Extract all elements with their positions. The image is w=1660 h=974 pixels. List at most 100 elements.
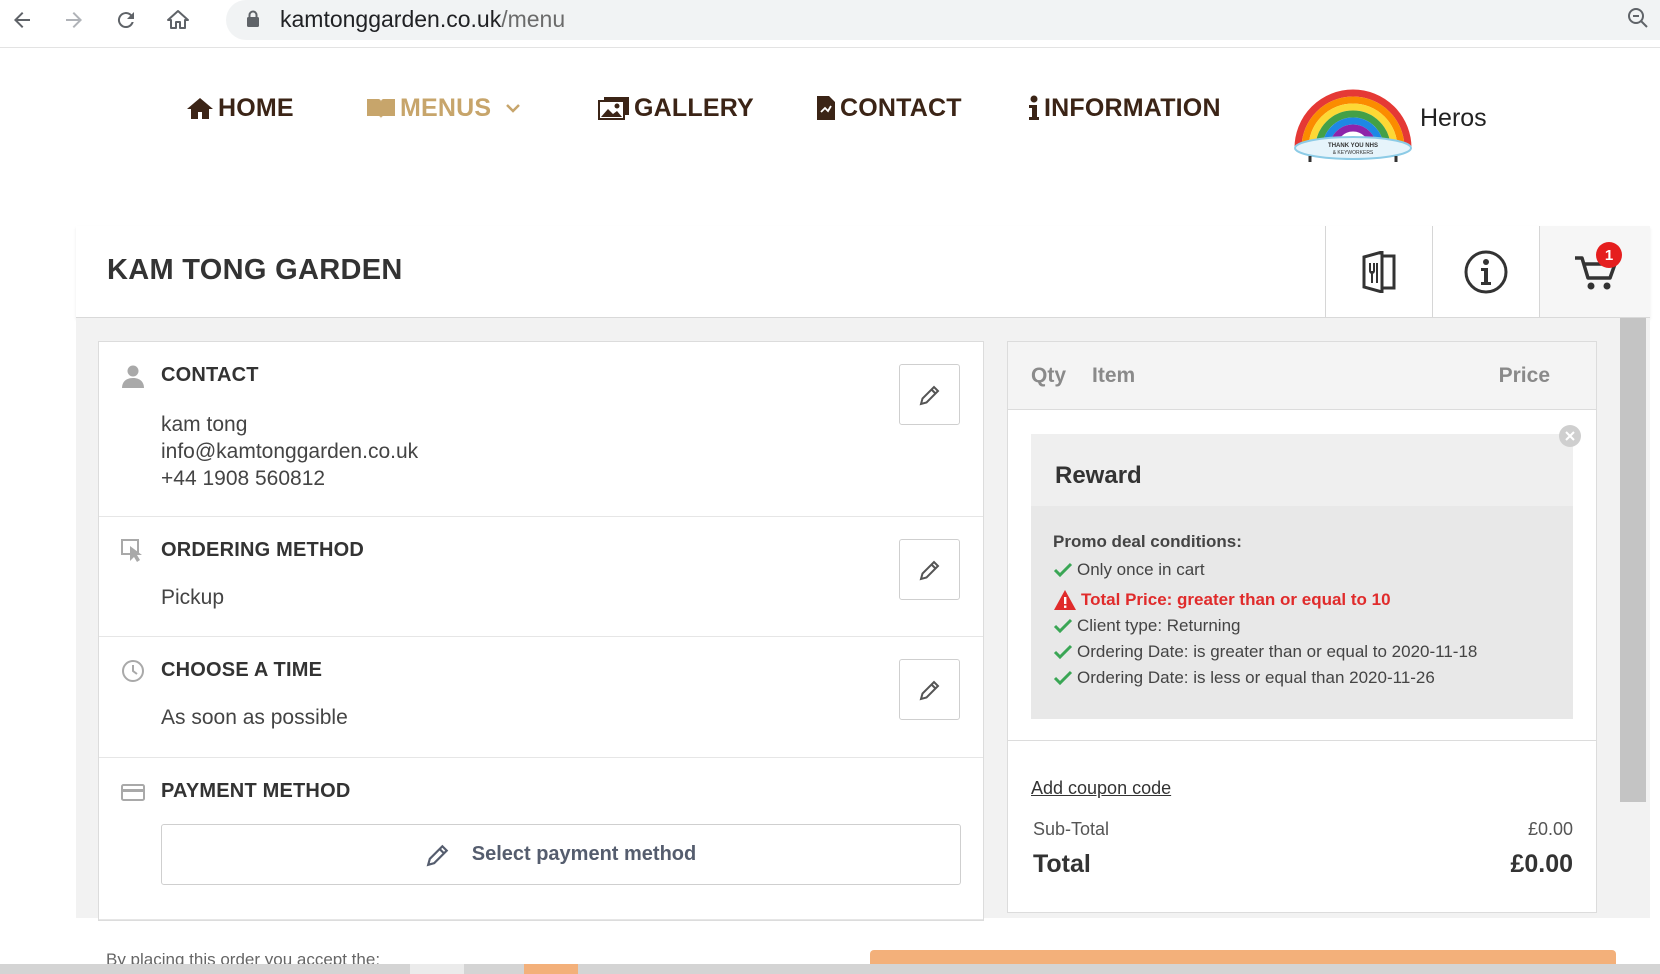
total-label: Total [1033,850,1091,878]
contact-phone: +44 1908 560812 [161,467,326,490]
nav-menus-label: MENUS [400,93,492,122]
document-icon [817,96,835,120]
reward-box: Reward Promo deal conditions: Only once … [1031,434,1573,719]
house-icon [187,98,213,119]
add-coupon-link[interactable]: Add coupon code [1031,778,1171,799]
cart-count-badge: 1 [1596,242,1622,268]
bottom-strip-segment [410,964,464,974]
edit-ordering-method-button[interactable] [899,539,960,600]
check-icon [1053,562,1073,578]
pencil-icon [919,560,939,580]
cart-divider [1008,740,1596,741]
subtotal-value: £0.00 [1527,819,1573,839]
svg-text:& KEYWORKERS: & KEYWORKERS [1333,150,1374,156]
bottom-strip-segment [524,964,578,974]
pointer-icon [121,539,145,568]
subtotal-label: Sub-Total [1033,819,1110,839]
menu-button[interactable] [1325,226,1432,317]
payment-method-title: PAYMENT METHOD [161,780,351,802]
check-icon [1053,644,1073,660]
contact-email: info@kamtonggarden.co.uk [161,440,419,463]
cart-header: Qty Item Price [1008,342,1596,410]
nav-menus[interactable]: MENUS [366,88,525,128]
promo-condition-text: Total Price: greater than or equal to 10 [1081,590,1391,609]
promo-condition: Client type: Returning [1053,615,1240,637]
reward-header: Reward [1031,434,1573,506]
shop-title: KAM TONG GARDEN [107,254,403,286]
nav-gallery[interactable]: GALLERY [598,88,754,128]
promo-condition: Ordering Date: is greater than or equal … [1053,641,1477,663]
check-icon [1053,670,1073,686]
ordering-method-section: ORDERING METHOD Pickup [99,517,983,637]
promo-condition: Only once in cart [1053,559,1205,581]
heros-label[interactable]: Heros [1420,104,1487,133]
pencil-icon [919,385,939,405]
checkout-panel: CONTACT kam tong info@kamtonggarden.co.u… [98,341,984,921]
nav-information-label: INFORMATION [1044,93,1221,122]
nav-information[interactable]: INFORMATION [1028,88,1221,128]
url-text: kamtonggarden.co.uk/menu [280,6,565,33]
rainbow-logo[interactable]: THANK YOU NHS & KEYWORKERS [1290,86,1416,164]
site-navigation: HOME MENUS GALLERY CONTACT INFORMATION T… [0,48,1660,228]
choose-time-title: CHOOSE A TIME [161,659,323,681]
pencil-icon [426,844,449,866]
cart-col-price: Price [1498,364,1550,387]
shop-header: KAM TONG GARDEN 1 [76,226,1650,318]
promo-condition-text: Client type: Returning [1077,616,1241,635]
nav-gallery-label: GALLERY [634,93,754,122]
promo-conditions-title: Promo deal conditions: [1053,532,1242,551]
bottom-scroll-strip [0,964,1660,974]
select-payment-method-label: Select payment method [471,843,697,865]
chevron-down-icon [506,104,521,113]
select-payment-method-button[interactable]: Select payment method [161,824,961,885]
back-arrow-icon[interactable] [6,4,38,36]
url-path: /menu [501,6,566,32]
contact-section: CONTACT kam tong info@kamtonggarden.co.u… [99,342,983,517]
info-icon [1029,95,1039,120]
edit-contact-button[interactable] [899,364,960,425]
forward-arrow-icon[interactable] [58,4,90,36]
credit-card-icon [121,780,145,809]
payment-method-section: PAYMENT METHOD Select payment method [99,758,983,920]
reload-icon[interactable] [110,4,142,36]
cart-col-item: Item [1092,364,1136,387]
choose-time-value: As soon as possible [161,706,348,729]
clock-icon [121,659,145,688]
edit-time-button[interactable] [899,659,960,720]
images-icon [598,97,629,120]
reward-title: Reward [1055,462,1142,489]
pencil-icon [919,680,939,700]
choose-time-section: CHOOSE A TIME As soon as possible [99,637,983,758]
url-domain: kamtonggarden.co.uk [280,6,502,32]
total-value: £0.00 [1510,850,1573,878]
nav-home[interactable]: HOME [186,88,294,128]
svg-text:THANK YOU NHS: THANK YOU NHS [1328,143,1378,149]
ordering-method-title: ORDERING METHOD [161,539,364,561]
nav-home-label: HOME [218,93,294,122]
promo-condition: Total Price: greater than or equal to 10 [1053,589,1391,611]
cart-button[interactable]: 1 [1539,226,1650,317]
nav-contact[interactable]: CONTACT [816,88,962,128]
contact-title: CONTACT [161,364,259,386]
promo-condition: Ordering Date: is less or equal than 202… [1053,667,1435,689]
scrollbar-thumb[interactable] [1620,318,1646,802]
info-button[interactable] [1432,226,1539,317]
check-icon [1053,618,1073,634]
promo-condition-text: Ordering Date: is less or equal than 202… [1077,668,1435,687]
nav-contact-label: CONTACT [840,93,962,122]
browser-toolbar: kamtonggarden.co.uk/menu [0,0,1660,48]
user-icon [121,364,145,393]
warning-icon [1054,590,1076,610]
zoom-icon[interactable] [1626,6,1650,35]
ordering-method-value: Pickup [161,586,225,609]
info-circle-icon [1464,250,1508,293]
address-bar[interactable]: kamtonggarden.co.uk/menu [226,0,1660,40]
promo-condition-text: Only once in cart [1077,560,1205,579]
cart-panel: Qty Item Price Reward Promo deal conditi… [1007,341,1597,913]
menu-book-icon [1362,250,1396,293]
home-icon[interactable] [162,4,194,36]
cart-col-qty: Qty [1031,364,1067,387]
lock-icon[interactable] [246,10,260,33]
book-icon [367,99,395,119]
close-icon[interactable] [1559,425,1581,447]
